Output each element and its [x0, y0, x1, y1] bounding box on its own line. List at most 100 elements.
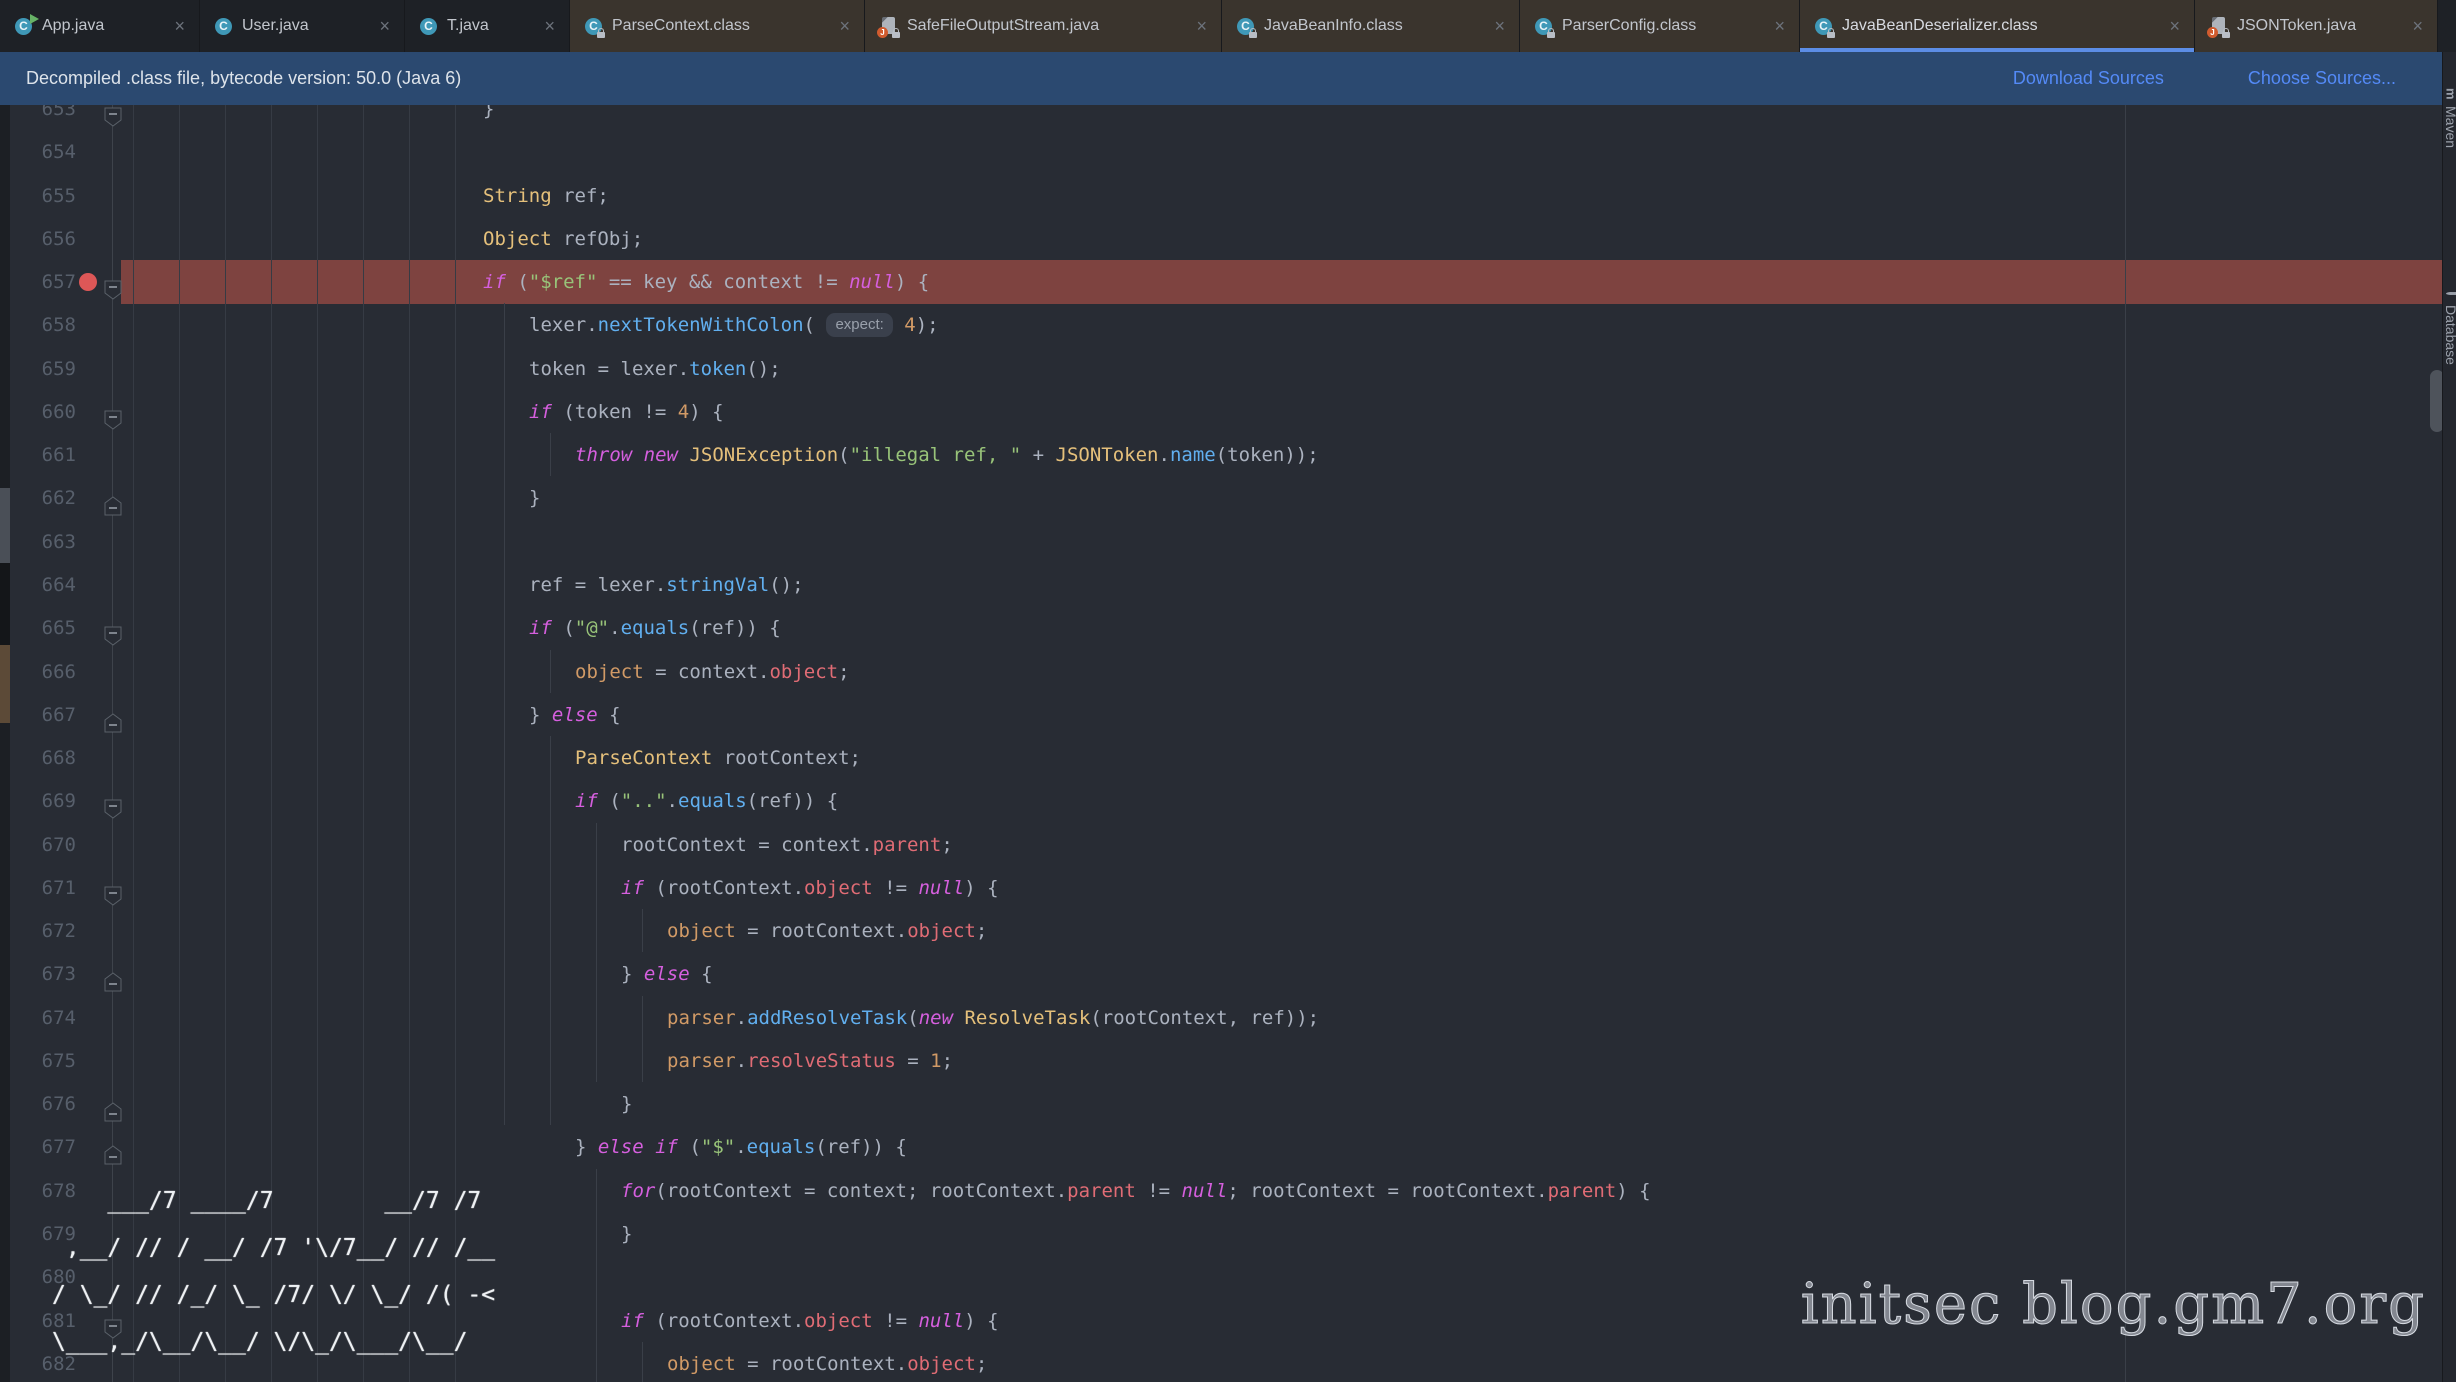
code-line-655[interactable]: 655 String ref; — [0, 174, 2456, 218]
code-line-654[interactable]: 654 — [0, 130, 2456, 174]
tab-parserconfig-class[interactable]: CParserConfig.class× — [1520, 0, 1800, 52]
code-token-prm: parser — [667, 1007, 736, 1029]
code-token-fld: object — [804, 877, 873, 899]
code-token-txt: (rootContext. — [644, 877, 804, 899]
line-number[interactable]: 668 — [0, 736, 76, 780]
code-line-674[interactable]: 674parser.addResolveTask(new ResolveTask… — [0, 996, 2456, 1040]
code-token-txt: (); — [746, 358, 780, 380]
code-token-kw: if — [575, 790, 598, 812]
tab-app-java[interactable]: CApp.java× — [0, 0, 200, 52]
tab-close-icon[interactable]: × — [1494, 17, 1505, 35]
code-line-675[interactable]: 675parser.resolveStatus = 1; — [0, 1039, 2456, 1083]
tab-close-icon[interactable]: × — [1196, 17, 1207, 35]
code-line-656[interactable]: 656Object refObj; — [0, 217, 2456, 261]
code-text: if ("$ref" == key && context != null) { — [483, 260, 929, 304]
line-number[interactable]: 662 — [0, 476, 76, 520]
code-line-657[interactable]: 657 if ("$ref" == key && context != null)… — [0, 260, 2456, 304]
code-line-666[interactable]: 666object = context.object; — [0, 650, 2456, 694]
line-number[interactable]: 676 — [0, 1082, 76, 1126]
line-number[interactable]: 665 — [0, 606, 76, 650]
tab-parsecontext-class[interactable]: CParseContext.class× — [570, 0, 865, 52]
class-file-icon: C — [1814, 17, 1833, 36]
line-number[interactable]: 655 — [0, 174, 76, 218]
code-line-672[interactable]: 672 object = rootContext.object; — [0, 909, 2456, 953]
tab-close-icon[interactable]: × — [174, 17, 185, 35]
tab-javabeandeserializer-class[interactable]: CJavaBeanDeserializer.class× — [1800, 0, 2195, 52]
code-text: String ref; — [483, 174, 609, 218]
code-line-663[interactable]: 663 — [0, 520, 2456, 564]
code-line-673[interactable]: 673} else { — [0, 952, 2456, 996]
code-line-668[interactable]: 668ParseContext rootContext; — [0, 736, 2456, 780]
tab-close-icon[interactable]: × — [2412, 17, 2423, 35]
code-line-661[interactable]: 661throw new JSONException("illegal ref,… — [0, 433, 2456, 477]
code-text: object = rootContext.object; — [667, 909, 987, 953]
tab-javabeaninfo-class[interactable]: CJavaBeanInfo.class× — [1222, 0, 1520, 52]
line-number[interactable]: 670 — [0, 823, 76, 867]
code-text: token = lexer.token(); — [529, 347, 781, 391]
line-number[interactable]: 654 — [0, 130, 76, 174]
line-number[interactable]: 674 — [0, 996, 76, 1040]
code-token-txt: (token)); — [1216, 444, 1319, 466]
code-token-txt: ; — [976, 1353, 987, 1375]
line-number[interactable]: 659 — [0, 347, 76, 391]
code-line-662[interactable]: 662} — [0, 476, 2456, 520]
tab-close-icon[interactable]: × — [544, 17, 555, 35]
code-line-664[interactable]: 664ref = lexer.stringVal(); — [0, 563, 2456, 607]
line-number[interactable]: 664 — [0, 563, 76, 607]
line-number[interactable]: 653 — [0, 105, 76, 131]
line-number[interactable]: 656 — [0, 217, 76, 261]
line-number[interactable]: 671 — [0, 866, 76, 910]
code-token-txt: (token != — [552, 401, 678, 423]
line-number[interactable]: 657 — [0, 260, 76, 304]
line-number[interactable]: 660 — [0, 390, 76, 434]
choose-sources-link[interactable]: Choose Sources... — [2248, 68, 2396, 89]
code-line-658[interactable]: 658lexer.nextTokenWithColon( expect: 4); — [0, 303, 2456, 347]
code-token-txt: ) { — [689, 401, 723, 423]
code-line-671[interactable]: 671if (rootContext.object != null) { — [0, 866, 2456, 910]
line-number[interactable]: 661 — [0, 433, 76, 477]
line-number[interactable]: 677 — [0, 1125, 76, 1169]
code-text: if ("@".equals(ref)) { — [529, 606, 781, 650]
code-token-kw: if — [529, 401, 552, 423]
tab-close-icon[interactable]: × — [379, 17, 390, 35]
line-number[interactable]: 667 — [0, 693, 76, 737]
code-token-txt: token = lexer. — [529, 358, 689, 380]
tab-close-icon[interactable]: × — [839, 17, 850, 35]
code-token-kw: else — [552, 704, 598, 726]
line-number[interactable]: 663 — [0, 520, 76, 564]
code-line-667[interactable]: 667} else { — [0, 693, 2456, 737]
stripe-button-maven[interactable]: m Maven — [2443, 88, 2456, 148]
code-token-txt: = — [896, 1050, 930, 1072]
download-sources-link[interactable]: Download Sources — [2013, 68, 2164, 89]
line-number[interactable]: 666 — [0, 650, 76, 694]
tab-user-java[interactable]: CUser.java× — [200, 0, 405, 52]
code-line-665[interactable]: 665 if ("@".equals(ref)) { — [0, 606, 2456, 650]
line-number[interactable]: 673 — [0, 952, 76, 996]
line-number[interactable]: 672 — [0, 909, 76, 953]
tab-jsontoken-java[interactable]: JJSONToken.java× — [2195, 0, 2438, 52]
line-number[interactable]: 658 — [0, 303, 76, 347]
line-number[interactable]: 669 — [0, 779, 76, 823]
line-number[interactable]: 675 — [0, 1039, 76, 1083]
code-line-660[interactable]: 660if (token != 4) { — [0, 390, 2456, 434]
tab-t-java[interactable]: CT.java× — [405, 0, 570, 52]
java-file-icon: J — [2209, 17, 2228, 36]
code-token-txt: (); — [769, 574, 803, 596]
code-token-mtd: token — [689, 358, 746, 380]
code-line-669[interactable]: 669if ("..".equals(ref)) { — [0, 779, 2456, 823]
stripe-button-database[interactable]: Database — [2443, 288, 2456, 365]
code-line-659[interactable]: 659 token = lexer.token(); — [0, 347, 2456, 391]
tab-safefileoutputstream-java[interactable]: JSafeFileOutputStream.java× — [865, 0, 1222, 52]
tab-close-icon[interactable]: × — [1774, 17, 1785, 35]
breakpoint-icon[interactable] — [79, 273, 97, 291]
code-line-670[interactable]: 670rootContext = context.parent; — [0, 823, 2456, 867]
code-token-txt: != — [1136, 1180, 1182, 1202]
code-line-677[interactable]: 677} else if ("$".equals(ref)) { — [0, 1125, 2456, 1169]
tab-close-icon[interactable]: × — [2169, 17, 2180, 35]
class-file-icon: C — [419, 17, 438, 36]
code-token-txt: ( — [907, 1007, 918, 1029]
code-line-653[interactable]: 653} — [0, 105, 2456, 131]
code-line-676[interactable]: 676} — [0, 1082, 2456, 1126]
code-token-txt: } — [483, 105, 494, 120]
code-token-txt: ) { — [964, 1310, 998, 1332]
